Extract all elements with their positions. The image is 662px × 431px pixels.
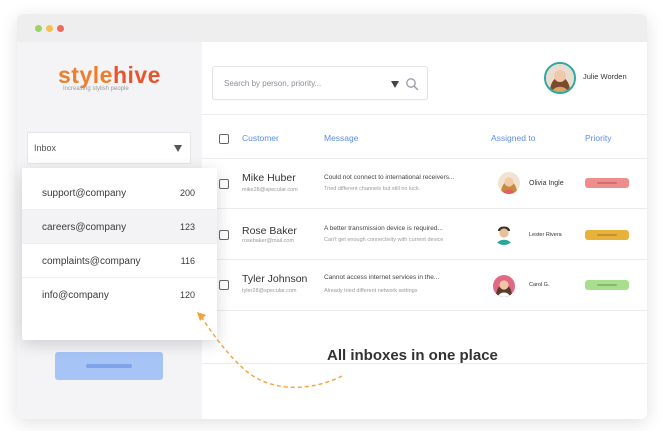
- row-checkbox[interactable]: [219, 230, 229, 240]
- window-dot-green[interactable]: [35, 25, 42, 32]
- row-checkbox[interactable]: [219, 179, 229, 189]
- inbox-option-count: 123: [179, 222, 195, 232]
- customer-name: Mike Huber: [242, 172, 296, 184]
- inbox-option-count: 120: [179, 290, 195, 300]
- search-icon[interactable]: [405, 77, 419, 91]
- message-detail: Can't get enough connectivity with curre…: [324, 237, 444, 243]
- agent-avatar: [498, 172, 520, 194]
- agent-name: Olivia Ingle: [529, 180, 564, 187]
- priority-badge: [585, 178, 629, 188]
- agent-avatar: [493, 223, 515, 245]
- message-subject: Could not connect to international recei…: [324, 174, 455, 181]
- chevron-down-icon: [174, 145, 182, 152]
- priority-badge: [585, 230, 629, 240]
- priority-badge: [585, 280, 629, 290]
- customer-name: Tyler Johnson: [242, 273, 308, 285]
- message-detail: Tried different channels but still no lu…: [324, 186, 421, 192]
- inbox-dropdown-menu: support@company 200 careers@company 123 …: [22, 168, 217, 340]
- sidebar-action-button[interactable]: [55, 352, 163, 380]
- window-dot-red[interactable]: [57, 25, 64, 32]
- inbox-option[interactable]: info@company 120: [22, 278, 217, 312]
- column-customer[interactable]: Customer: [242, 133, 279, 143]
- inbox-option-name: complaints@company: [42, 256, 141, 267]
- row-divider: [202, 208, 647, 209]
- row-divider: [202, 259, 647, 260]
- logo-tagline: Increasing stylish people: [63, 86, 129, 92]
- agent-avatar: [493, 275, 515, 297]
- inbox-option-count: 116: [180, 256, 195, 266]
- inbox-option[interactable]: complaints@company 116: [22, 244, 217, 278]
- inbox-option-name: support@company: [42, 188, 127, 199]
- customer-email: tyler28@specular.com: [242, 288, 297, 294]
- column-priority[interactable]: Priority: [585, 133, 611, 143]
- agent-name: Carol G.: [529, 282, 550, 288]
- inbox-select[interactable]: Inbox: [27, 132, 191, 164]
- inbox-select-label: Inbox: [34, 143, 57, 153]
- search-placeholder: Search by person, priority...: [224, 79, 322, 88]
- column-assigned[interactable]: Assigned to: [491, 133, 535, 143]
- filter-dropdown-icon[interactable]: [391, 81, 399, 88]
- window-dot-yellow[interactable]: [46, 25, 53, 32]
- row-divider: [202, 158, 647, 159]
- inbox-option-name: careers@company: [42, 222, 127, 233]
- customer-email: mike28@specular.com: [242, 187, 298, 193]
- inbox-option-count: 200: [179, 188, 195, 198]
- inbox-option[interactable]: careers@company 123: [22, 210, 217, 244]
- header-divider: [202, 114, 647, 115]
- customer-name: Rose Baker: [242, 225, 297, 237]
- message-detail: Already tried different network settings: [324, 288, 418, 294]
- message-subject: Cannot access internet services in the..…: [324, 274, 440, 281]
- user-name: Julie Worden: [583, 72, 627, 81]
- customer-email: rosebaker@mail.com: [242, 238, 295, 244]
- title-bar: [17, 14, 647, 42]
- select-all-checkbox[interactable]: [219, 134, 229, 144]
- search-input[interactable]: Search by person, priority...: [212, 66, 428, 100]
- column-message[interactable]: Message: [324, 133, 359, 143]
- message-subject: A better transmission device is required…: [324, 225, 443, 232]
- annotation-text: All inboxes in one place: [327, 347, 498, 364]
- button-placeholder-bar: [86, 364, 132, 368]
- user-avatar[interactable]: [544, 62, 576, 94]
- agent-name: Lester Rivera: [529, 232, 562, 238]
- row-checkbox[interactable]: [219, 280, 229, 290]
- inbox-option-name: info@company: [42, 290, 109, 301]
- inbox-option[interactable]: support@company 200: [22, 176, 217, 210]
- logo: stylehive: [58, 62, 161, 88]
